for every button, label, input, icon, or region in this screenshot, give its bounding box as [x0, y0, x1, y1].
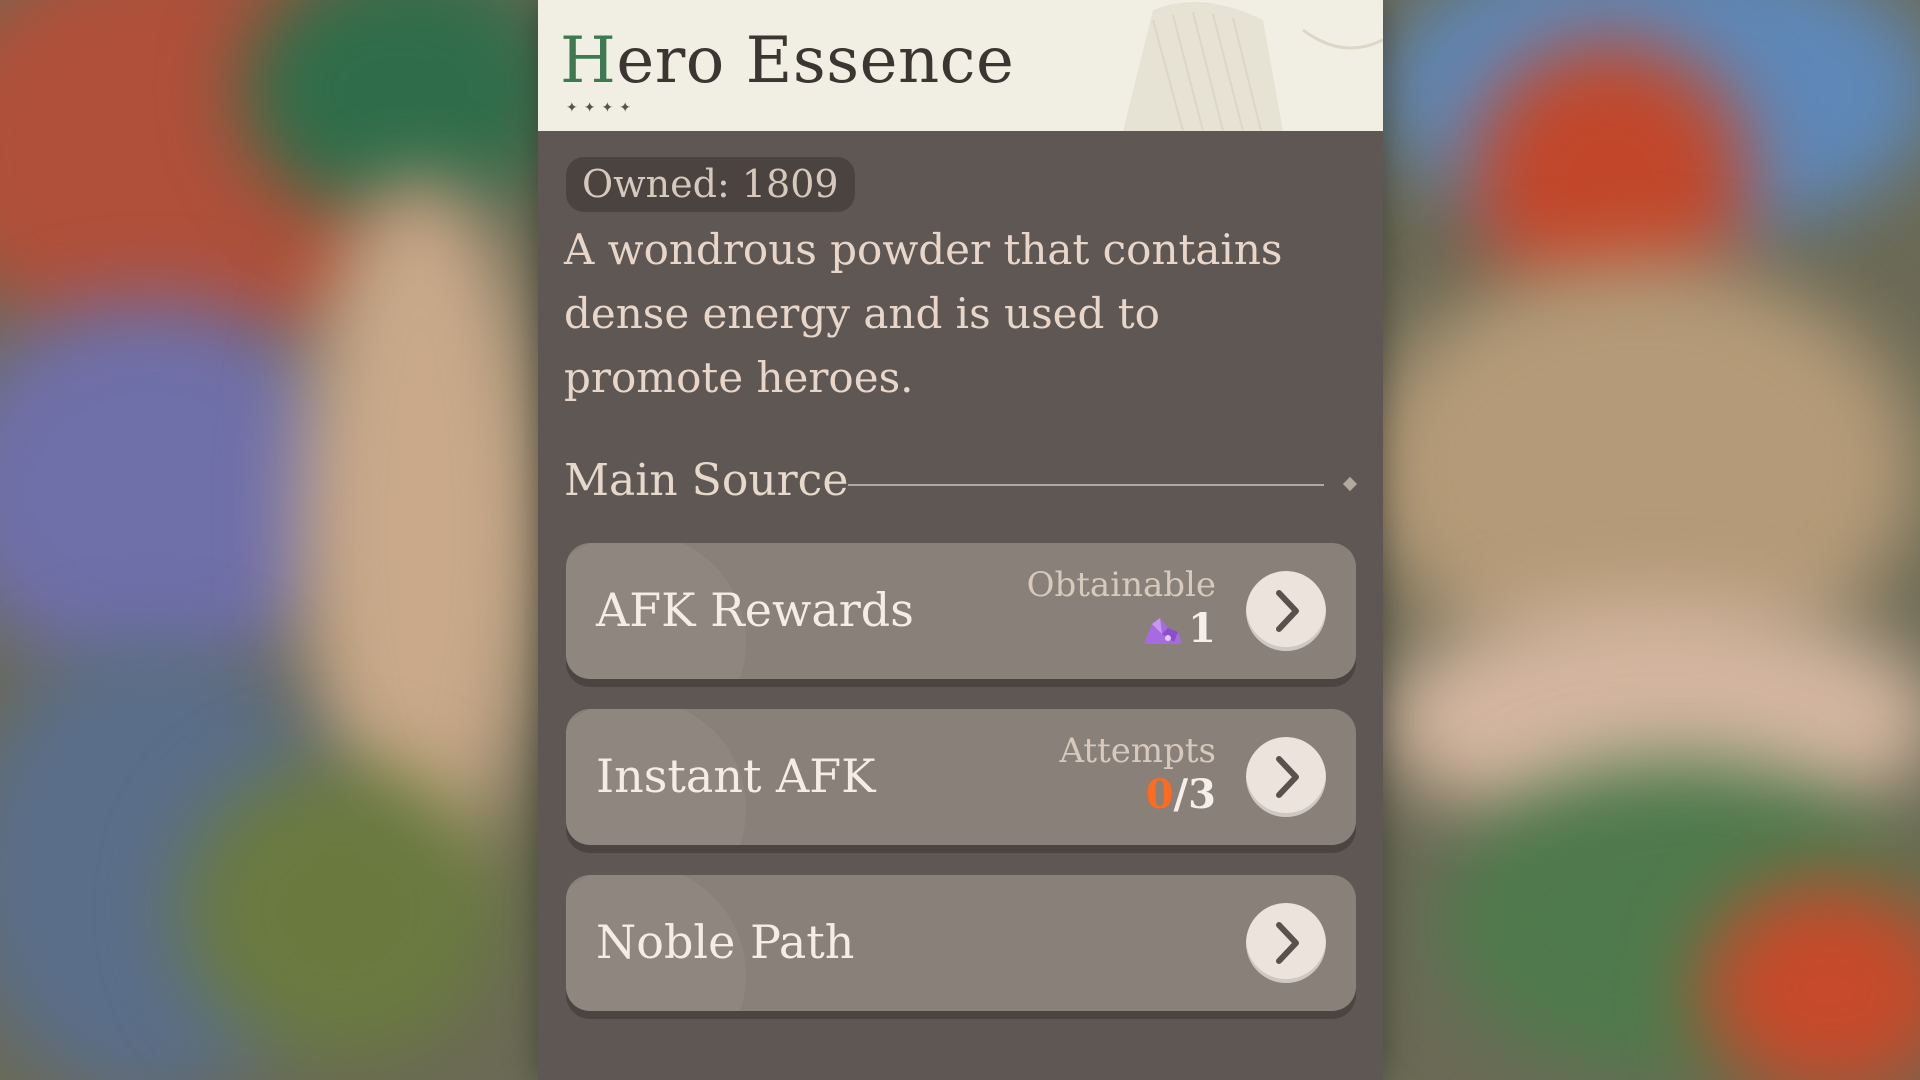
section-divider-dash: [1296, 484, 1324, 486]
section-divider: [848, 484, 1318, 486]
go-button[interactable]: [1246, 571, 1326, 651]
source-label: Noble Path: [596, 915, 855, 969]
source-afk-rewards[interactable]: AFK Rewards Obtainable 1: [566, 543, 1356, 679]
attempts-used: 0: [1145, 771, 1174, 818]
item-description: A wondrous powder that contains dense en…: [564, 225, 1283, 402]
purple-crystal-icon: [1144, 618, 1183, 644]
go-button[interactable]: [1246, 737, 1326, 817]
item-title: Hero Essence: [560, 24, 1014, 98]
chevron-right-icon: [1276, 756, 1299, 798]
source-label: Instant AFK: [596, 749, 876, 803]
rarity-stars: ✦✦✦✦: [566, 100, 637, 116]
chevron-right-icon: [1276, 590, 1299, 632]
source-instant-afk[interactable]: Instant AFK Attempts 0/3: [566, 709, 1356, 845]
obtainable-value: 1: [1027, 605, 1216, 653]
source-label: AFK Rewards: [596, 583, 914, 637]
title-rest: ero Essence: [616, 24, 1015, 98]
source-noble-path[interactable]: Noble Path: [566, 875, 1356, 1011]
source-meta: Obtainable 1: [1027, 565, 1216, 653]
chevron-right-icon: [1276, 922, 1299, 964]
header-decoration: [1123, 2, 1383, 131]
panel-header: Hero Essence ✦✦✦✦: [538, 0, 1383, 131]
go-button[interactable]: [1246, 903, 1326, 983]
attempts-label: Attempts: [1059, 731, 1216, 771]
section-diamond-icon: [1342, 476, 1358, 492]
title-first-letter: H: [560, 24, 617, 98]
obtainable-label: Obtainable: [1026, 565, 1216, 605]
attempts-value: 0/3: [1059, 771, 1216, 819]
main-source-heading: Main Source: [564, 455, 849, 506]
obtainable-count: 1: [1188, 605, 1216, 652]
owned-count-badge: Owned: 1809: [566, 157, 855, 212]
item-info-panel: Hero Essence ✦✦✦✦ Owned: 1809 A wondrous…: [538, 0, 1383, 1080]
attempts-total: /3: [1173, 771, 1216, 818]
source-meta: Attempts 0/3: [1059, 731, 1216, 819]
